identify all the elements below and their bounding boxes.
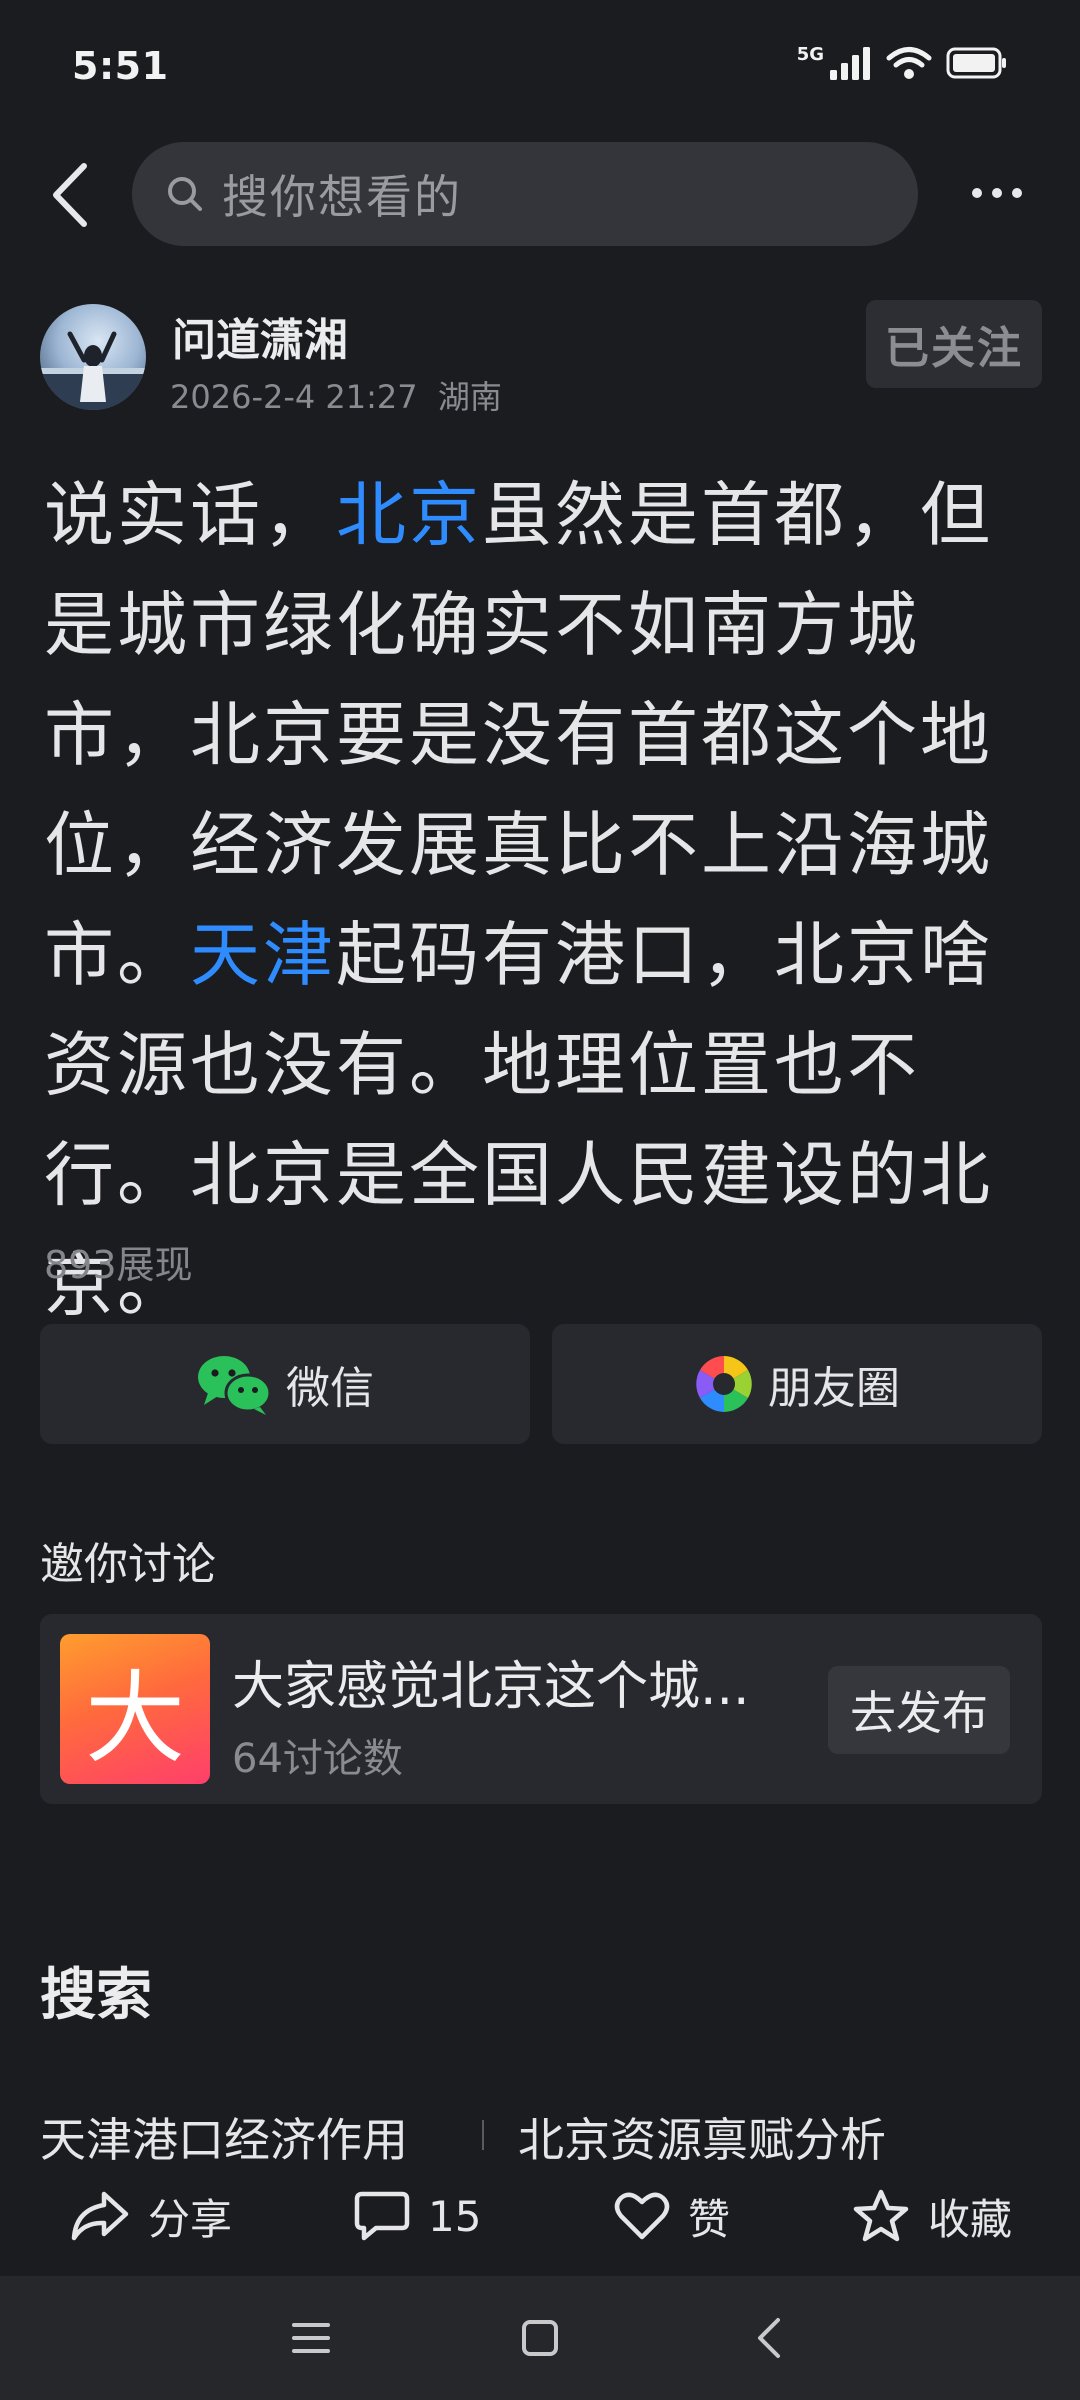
- topic-link-tianjin[interactable]: 天津: [190, 914, 336, 996]
- discussion-topic-card[interactable]: 大 大家感觉北京这个城... 64讨论数 去发布: [40, 1614, 1042, 1804]
- comment-icon: [354, 2191, 410, 2241]
- publish-button[interactable]: 去发布: [828, 1666, 1010, 1754]
- battery-icon: [946, 47, 1006, 79]
- topic-thumbnail-char: 大: [85, 1659, 185, 1777]
- wifi-icon: [886, 47, 932, 79]
- chevron-left-icon: [53, 163, 87, 227]
- signal-icon: [830, 47, 870, 80]
- status-icons: 5G: [796, 43, 1008, 80]
- favorite-label: 收藏: [928, 2194, 1013, 2244]
- post-text: 说实话，: [44, 474, 336, 556]
- favorite-button[interactable]: 收藏: [852, 2186, 1012, 2246]
- search-input[interactable]: 搜你想看的: [132, 142, 918, 246]
- back-triangle-icon: [758, 2318, 780, 2358]
- more-dot-icon: [992, 188, 1002, 198]
- menu-icon: [292, 2323, 330, 2353]
- search-suggestion-item[interactable]: 北京资源禀赋分析: [518, 2104, 886, 2164]
- share-moments-label: 朋友圈: [768, 1363, 900, 1414]
- share-label: 分享: [148, 2194, 233, 2244]
- share-icon: [71, 2191, 129, 2241]
- back-button[interactable]: [40, 155, 100, 235]
- avatar-image: [40, 331, 146, 410]
- divider: [482, 2120, 484, 2150]
- view-count: 893展现: [44, 1243, 193, 1287]
- topic-thumbnail: 大: [60, 1634, 210, 1784]
- post-content: 说实话，北京虽然是首都，但是城市绿化确实不如南方城市，北京要是没有首都这个地位，…: [44, 460, 1044, 1340]
- heart-icon: [614, 2192, 670, 2240]
- author-name[interactable]: 问道潇湘: [172, 304, 348, 368]
- invite-heading: 邀你讨论: [40, 1539, 216, 1590]
- comment-button[interactable]: 15: [354, 2186, 481, 2246]
- share-moments-button[interactable]: 朋友圈: [552, 1324, 1042, 1444]
- more-dot-icon: [1012, 188, 1022, 198]
- more-dot-icon: [972, 188, 982, 198]
- network-type: 5G: [796, 43, 824, 65]
- action-bar: 分享 15 赞 收藏: [0, 2160, 1080, 2270]
- status-time: 5:51: [72, 44, 169, 88]
- post-meta: 2026-2-4 21:27 湖南: [170, 372, 502, 418]
- post-location: 湖南: [437, 378, 502, 416]
- share-button[interactable]: 分享: [70, 2186, 232, 2246]
- topic-link-beijing[interactable]: 北京: [336, 474, 482, 556]
- like-label: 赞: [688, 2194, 731, 2244]
- nav-home-button[interactable]: [505, 2306, 575, 2370]
- topic-discussion-count: 64讨论数: [232, 1736, 403, 1782]
- share-wechat-button[interactable]: 微信: [40, 1324, 530, 1444]
- system-nav-bar: [0, 2276, 1080, 2400]
- nav-menu-button[interactable]: [276, 2306, 346, 2370]
- wechat-icon: [198, 1356, 272, 1415]
- nav-back-button[interactable]: [734, 2306, 804, 2370]
- home-icon: [522, 2320, 558, 2356]
- search-suggestions: 天津港口经济作用 北京资源禀赋分析: [40, 2104, 1040, 2164]
- avatar[interactable]: [40, 304, 146, 410]
- search-suggestion-item[interactable]: 天津港口经济作用: [40, 2104, 408, 2164]
- share-wechat-label: 微信: [286, 1363, 374, 1414]
- search-section-heading: 搜索: [40, 1963, 152, 2028]
- star-icon: [853, 2189, 909, 2242]
- moments-icon: [696, 1356, 752, 1412]
- topic-title: 大家感觉北京这个城...: [232, 1657, 750, 1717]
- search-icon: [168, 177, 202, 211]
- search-placeholder: 搜你想看的: [222, 170, 462, 224]
- post-datetime: 2026-2-4 21:27: [170, 378, 418, 416]
- comment-count: 15: [428, 2191, 482, 2241]
- like-button[interactable]: 赞: [614, 2186, 730, 2246]
- follow-button[interactable]: 已关注: [866, 300, 1042, 388]
- more-options-button[interactable]: [962, 168, 1032, 218]
